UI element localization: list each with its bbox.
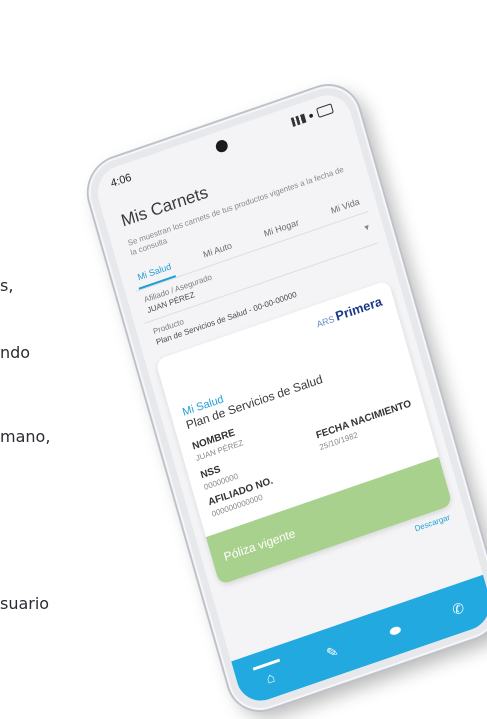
status-time: 4:06 bbox=[109, 171, 133, 191]
battery-icon bbox=[316, 103, 334, 119]
background-text-line-4: suario bbox=[0, 594, 50, 613]
pill-icon[interactable]: ⬬ bbox=[380, 618, 411, 643]
chevron-down-icon: ▼ bbox=[361, 221, 372, 234]
phone-mockup: 4:06 ● Mis Carnets Se muestran los carne… bbox=[80, 76, 487, 719]
home-icon[interactable]: ⌂ bbox=[252, 658, 286, 690]
brand-name: Primera bbox=[333, 293, 384, 324]
background-text-line-3: mano, bbox=[0, 427, 51, 446]
background-text-line-2: ndo bbox=[0, 343, 31, 362]
plan-tag: Mi Salud bbox=[181, 393, 225, 419]
bottom-nav: ⌂ ✎ ⬬ ✆ bbox=[231, 574, 487, 708]
signal-icon bbox=[290, 113, 306, 127]
phone-screen: 4:06 ● Mis Carnets Se muestran los carne… bbox=[91, 88, 487, 708]
policy-status: Póliza vigente bbox=[222, 525, 297, 564]
pen-icon[interactable]: ✎ bbox=[317, 639, 348, 664]
wifi-icon: ● bbox=[307, 109, 316, 122]
brand-prefix: ARS bbox=[315, 313, 336, 330]
phone-icon[interactable]: ✆ bbox=[443, 596, 474, 621]
background-text-line-1: s, bbox=[0, 276, 14, 295]
